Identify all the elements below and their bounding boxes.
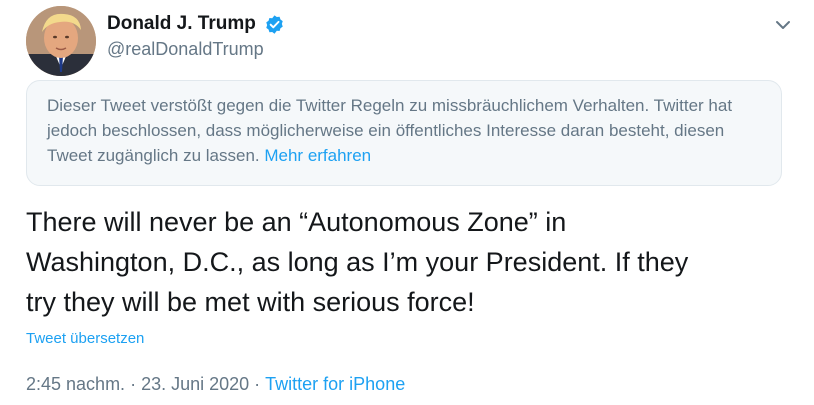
policy-notice: Dieser Tweet verstößt gegen die Twitter …: [26, 80, 782, 186]
author-display-name[interactable]: Donald J. Trump: [107, 13, 256, 35]
meta-separator: ·: [254, 374, 261, 394]
learn-more-link[interactable]: Mehr erfahren: [264, 146, 371, 165]
tweet-text: There will never be an “Autonomous Zone”…: [26, 207, 689, 317]
author-handle[interactable]: @realDonaldTrump: [107, 39, 285, 60]
policy-notice-text: Dieser Tweet verstößt gegen die Twitter …: [47, 96, 733, 165]
tweet-date[interactable]: 23. Juni 2020: [141, 374, 249, 394]
tweet-card: Donald J. Trump @realDonaldTrump Dieser …: [0, 0, 814, 405]
chevron-down-icon[interactable]: [770, 12, 796, 38]
author-block: Donald J. Trump @realDonaldTrump: [107, 13, 285, 60]
tweet-header: Donald J. Trump @realDonaldTrump: [26, 6, 796, 76]
meta-separator: ·: [130, 374, 137, 394]
avatar-image: [26, 6, 96, 76]
tweet-meta: 2:45 nachm. · 23. Juni 2020 · Twitter for iP…: [26, 374, 405, 395]
tweet-time[interactable]: 2:45 nachm.: [26, 374, 125, 394]
verified-badge-icon: [264, 14, 285, 35]
avatar[interactable]: [26, 6, 96, 76]
tweet-source-link[interactable]: Twitter for iPhone: [265, 374, 405, 394]
translate-tweet-link[interactable]: Tweet übersetzen: [26, 330, 144, 347]
